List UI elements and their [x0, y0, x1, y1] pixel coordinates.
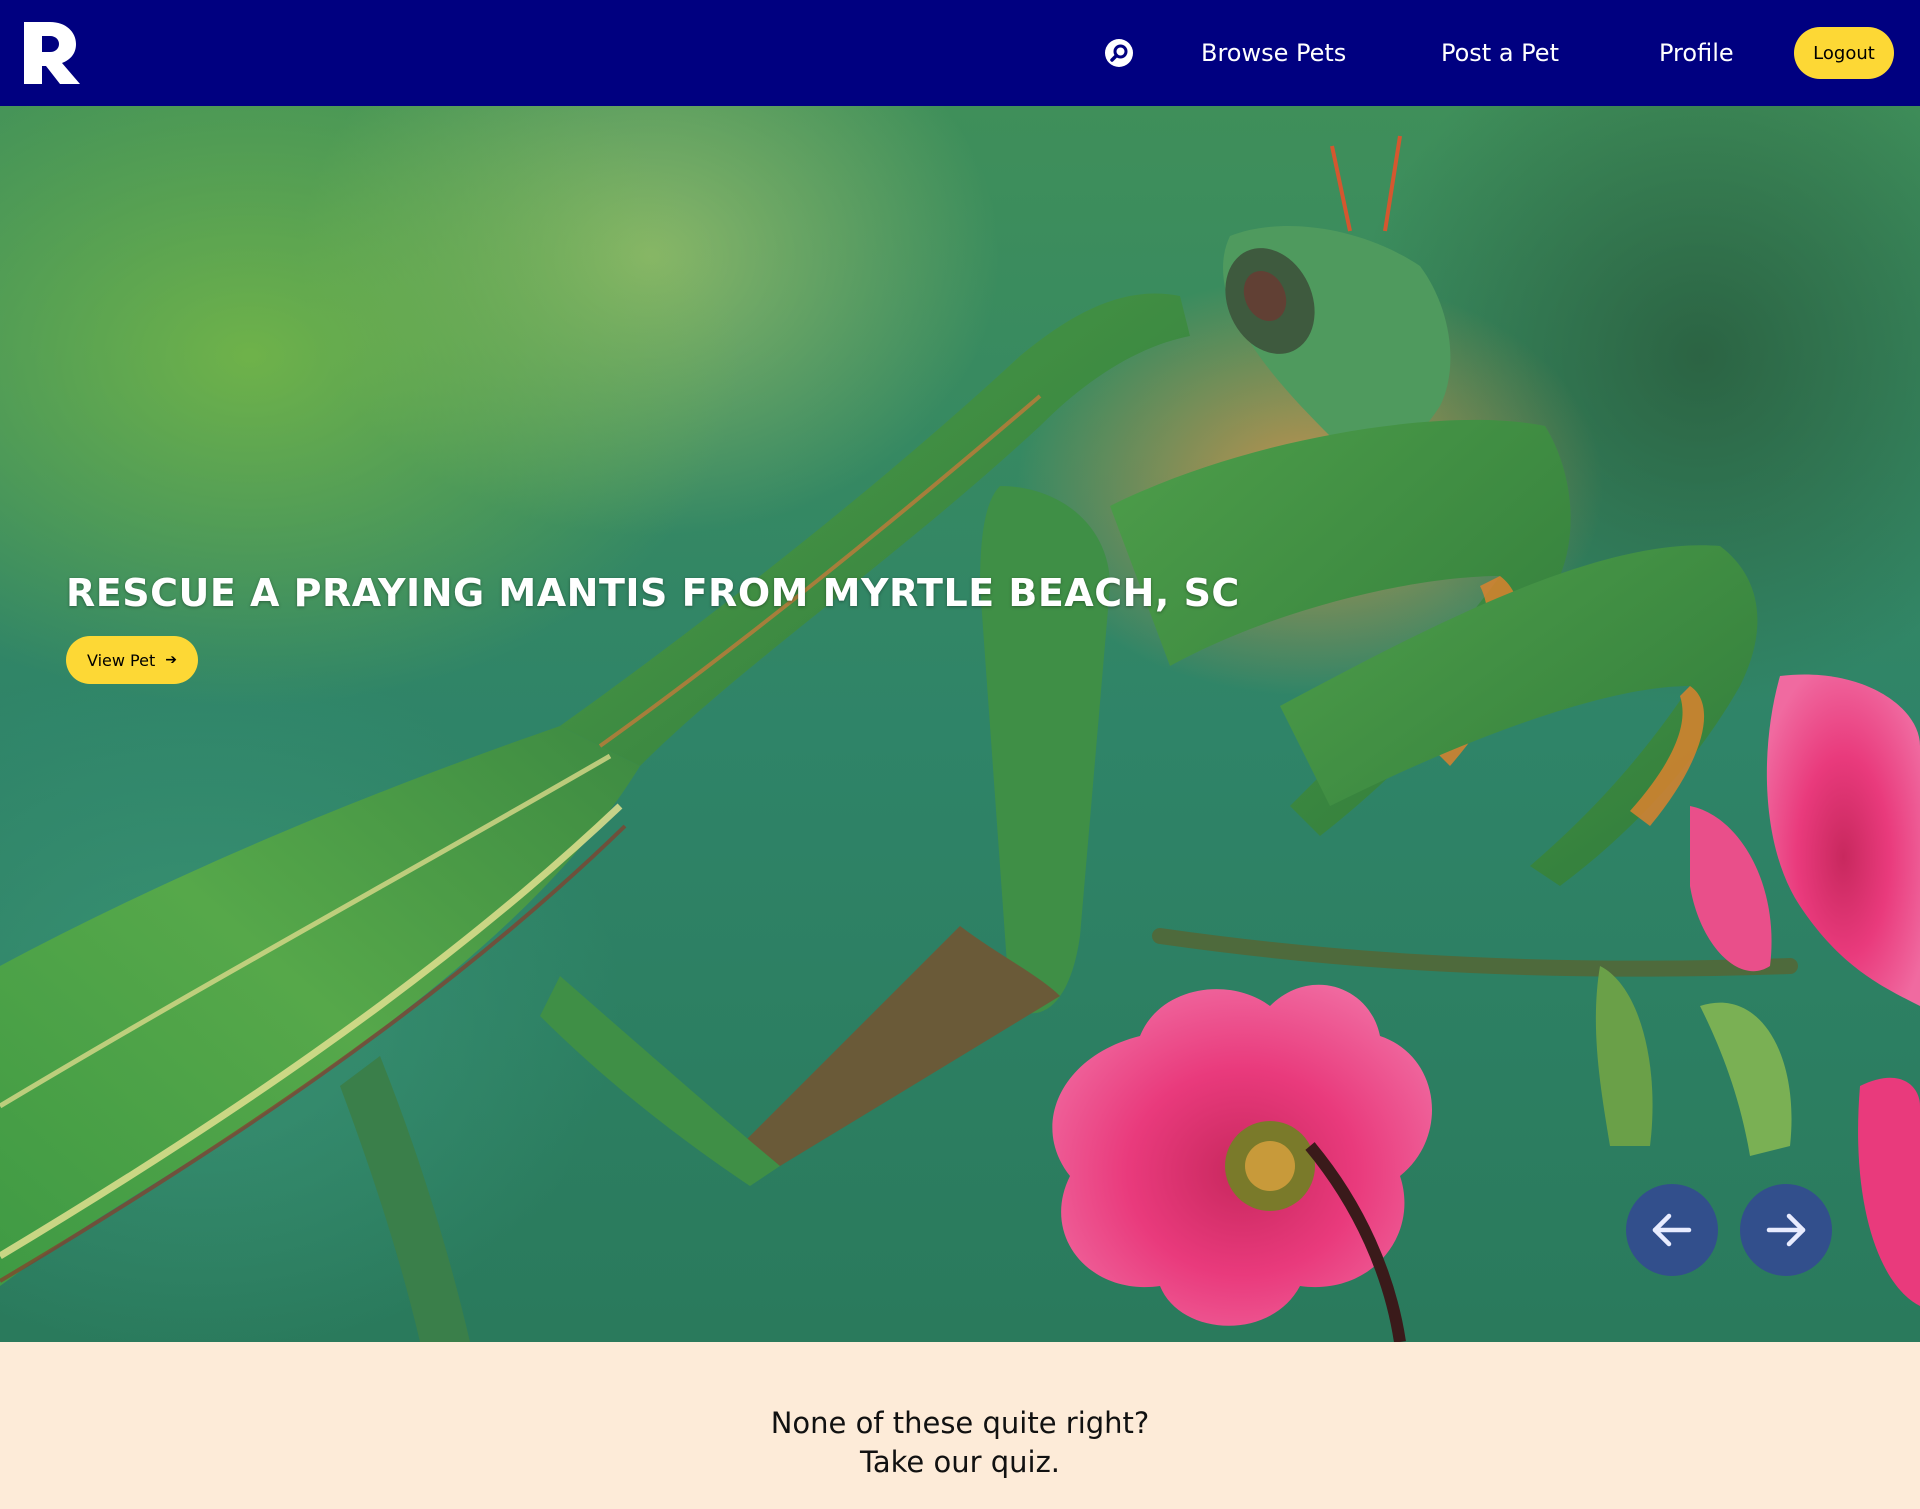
logo-icon[interactable]	[20, 18, 82, 88]
quiz-section: None of these quite right? Take our quiz…	[0, 1342, 1920, 1509]
arrow-right-icon	[1766, 1213, 1806, 1247]
search-icon[interactable]	[1104, 38, 1134, 68]
hero-caption: RESCUE A PRAYING MANTIS FROM MYRTLE BEAC…	[66, 571, 1240, 615]
nav-post-a-pet[interactable]: Post a Pet	[1441, 0, 1559, 106]
carousel-next-button[interactable]	[1740, 1184, 1832, 1276]
view-pet-button[interactable]: View Pet ➔	[66, 636, 198, 684]
nav-profile[interactable]: Profile	[1659, 0, 1734, 106]
hero-carousel: RESCUE A PRAYING MANTIS FROM MYRTLE BEAC…	[0, 106, 1920, 1342]
carousel-prev-button[interactable]	[1626, 1184, 1718, 1276]
quiz-prompt: None of these quite right?	[770, 1406, 1150, 1440]
arrow-right-icon: ➔	[165, 652, 177, 668]
top-navbar: Browse Pets Post a Pet Profile Logout	[0, 0, 1920, 106]
hero-image	[0, 135, 1920, 1342]
view-pet-label: View Pet	[87, 650, 156, 670]
nav-browse-pets[interactable]: Browse Pets	[1201, 0, 1346, 106]
arrow-left-icon	[1652, 1213, 1692, 1247]
quiz-link[interactable]: Take our quiz.	[0, 1443, 1920, 1482]
logout-button[interactable]: Logout	[1794, 27, 1894, 79]
